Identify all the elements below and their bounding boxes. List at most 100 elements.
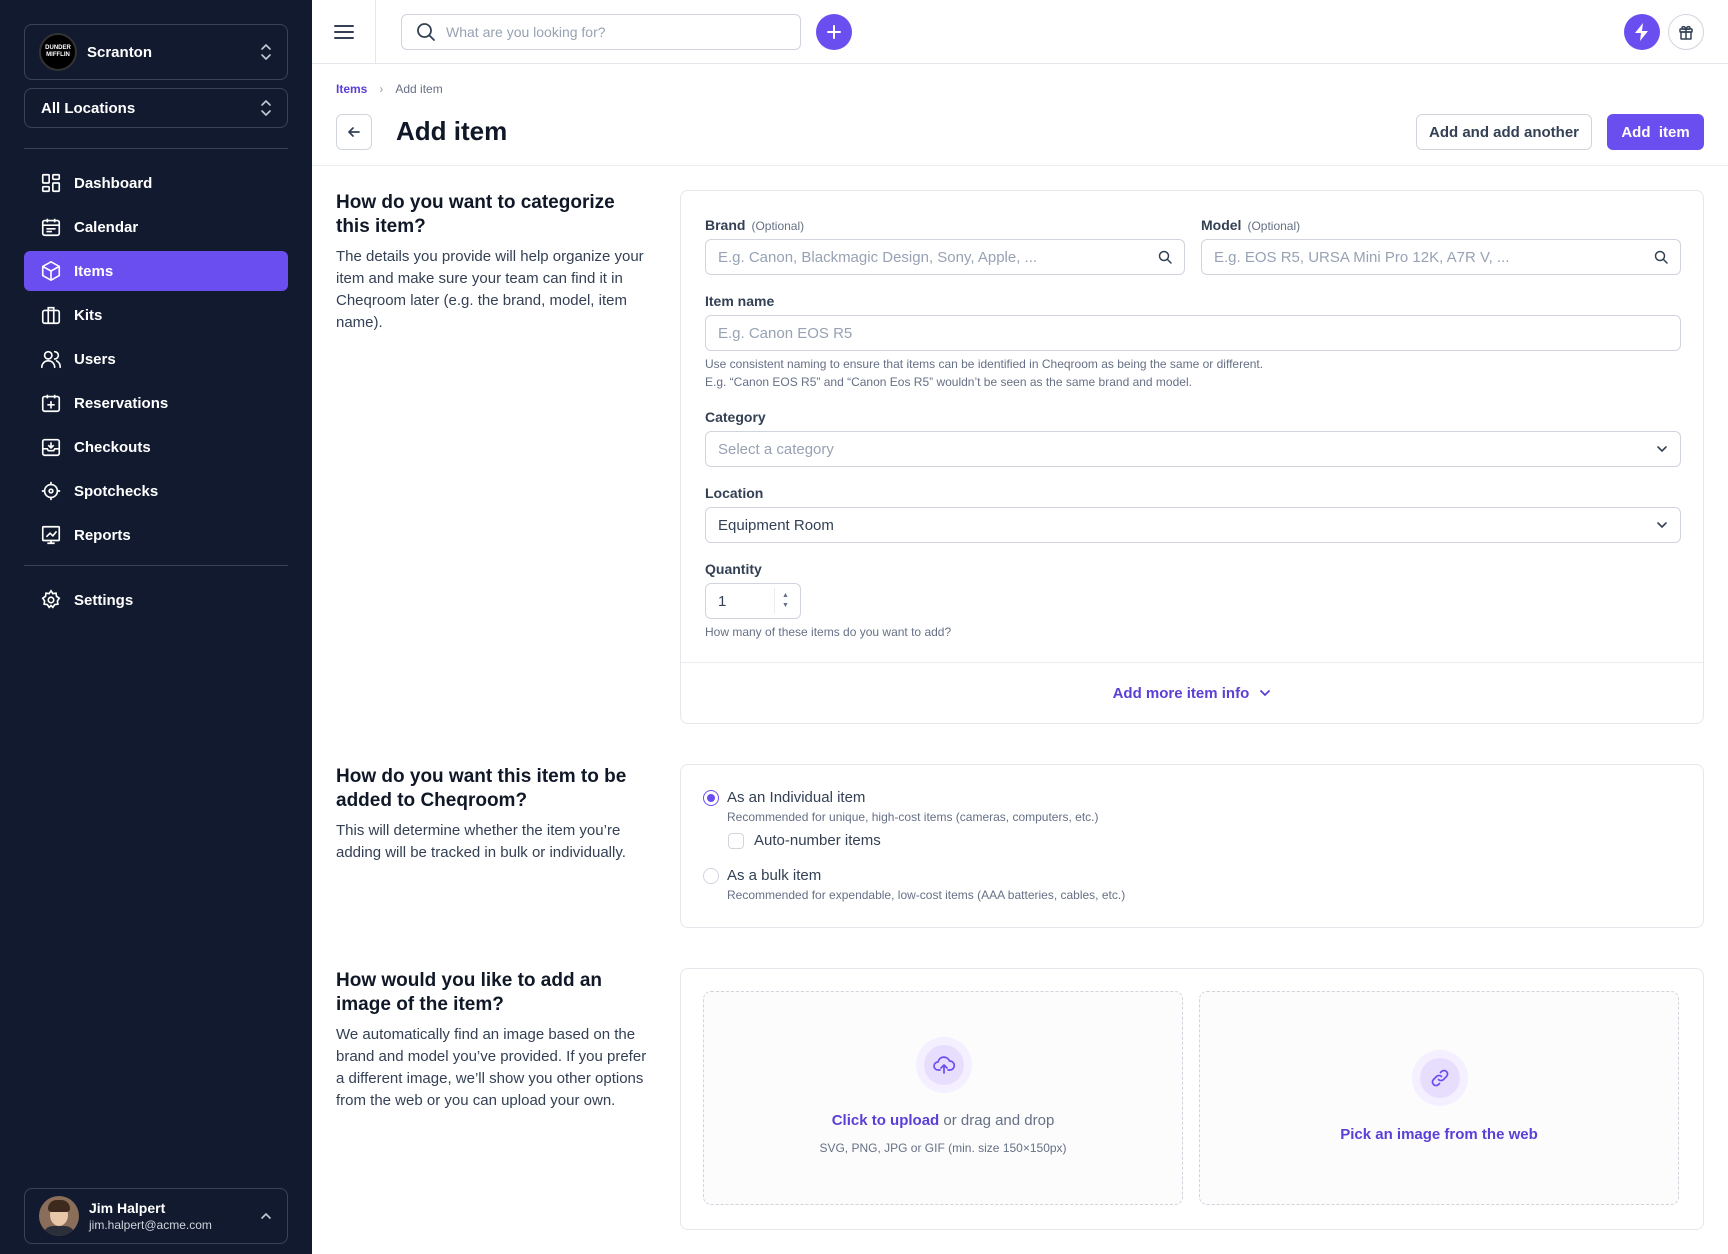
pick-web-image-link[interactable]: Pick an image from the web [1340, 1126, 1538, 1143]
sidebar-item-kits[interactable]: Kits [24, 295, 288, 335]
lightning-icon [1635, 23, 1648, 41]
chevron-updown-icon [261, 44, 271, 60]
sidebar-item-reservations[interactable]: Reservations [24, 383, 288, 423]
whats-new-button[interactable] [1624, 14, 1660, 50]
caret-down-icon: ▼ [782, 602, 789, 609]
org-switcher[interactable]: DUNDER MIFFLIN Scranton [24, 24, 288, 80]
item-name-field[interactable]: E.g. Canon EOS R5 [705, 315, 1681, 351]
upload-formats-hint: SVG, PNG, JPG or GIF (min. size 150×150p… [819, 1141, 1067, 1155]
sidebar-item-label: Spotchecks [74, 482, 159, 500]
model-field[interactable]: E.g. EOS R5, URSA Mini Pro 12K, A7R V, .… [1201, 239, 1681, 275]
item-name-label: Item name [705, 293, 775, 309]
search-icon [1654, 250, 1668, 264]
breadcrumb-items-link[interactable]: Items [336, 82, 367, 96]
image-section-title: How would you like to add an image of th… [336, 970, 603, 1015]
brand-field[interactable]: E.g. Canon, Blackmagic Design, Sony, App… [705, 239, 1185, 275]
checkouts-icon [41, 438, 61, 457]
search-icon [1158, 250, 1172, 264]
upload-dropzone[interactable]: Click to upload or drag and drop SVG, PN… [703, 991, 1183, 1205]
sidebar-item-spotchecks[interactable]: Spotchecks [24, 471, 288, 511]
sidebar-item-label: Reports [74, 526, 131, 544]
bulk-item-option[interactable]: As a bulk item Recommended for expendabl… [703, 867, 1125, 902]
link-icon-circle [1412, 1050, 1468, 1106]
individual-item-hint: Recommended for unique, high-cost items … [727, 810, 1099, 824]
sidebar-item-items[interactable]: Items [24, 251, 288, 291]
kits-icon [41, 306, 61, 325]
individual-item-radio[interactable] [703, 790, 719, 806]
pick-web-image-zone[interactable]: Pick an image from the web [1199, 991, 1679, 1205]
dashboard-icon [41, 173, 61, 193]
upload-icon-circle [916, 1037, 972, 1093]
auto-number-option[interactable]: Auto-number items [728, 832, 881, 849]
back-button[interactable] [336, 114, 372, 150]
reports-icon [41, 525, 61, 545]
link-icon [1431, 1069, 1449, 1087]
sidebar-item-users[interactable]: Users [24, 339, 288, 379]
quantity-spinner[interactable]: ▲ ▼ [774, 588, 796, 614]
sidebar-item-label: Kits [74, 306, 103, 324]
chevron-down-icon [1260, 690, 1271, 697]
sidebar-item-label: Dashboard [74, 174, 153, 192]
gift-button[interactable] [1668, 14, 1704, 50]
sidebar-item-dashboard[interactable]: Dashboard [24, 163, 288, 203]
calendar-icon [41, 218, 61, 237]
hamburger-icon [333, 25, 354, 39]
tracking-section-description: This will determine whether the item you… [336, 822, 626, 861]
caret-up-icon: ▲ [782, 592, 789, 599]
menu-button[interactable] [312, 0, 376, 64]
sidebar-item-reports[interactable]: Reports [24, 515, 288, 555]
bulk-item-label: As a bulk item [727, 867, 822, 884]
user-menu[interactable]: Jim Halpert jim.halpert@acme.com [24, 1188, 288, 1244]
org-logo: DUNDER MIFFLIN [39, 33, 77, 71]
cloud-upload-icon [933, 1056, 955, 1074]
category-select[interactable]: Select a category [705, 431, 1681, 467]
model-placeholder: E.g. EOS R5, URSA Mini Pro 12K, A7R V, .… [1214, 248, 1510, 266]
individual-item-option[interactable]: As an Individual item Recommended for un… [703, 789, 1098, 824]
sidebar-item-label: Settings [74, 591, 134, 609]
sidebar-item-calendar[interactable]: Calendar [24, 207, 288, 247]
search-input[interactable] [446, 24, 766, 40]
topbar [312, 0, 1728, 64]
quantity-hint: How many of these items do you want to a… [705, 625, 952, 639]
add-item-button[interactable]: Add item [1607, 114, 1704, 150]
user-name: Jim Halpert [89, 1200, 166, 1216]
auto-number-label: Auto-number items [754, 832, 881, 849]
breadcrumb: Items › Add item [336, 82, 443, 96]
categorize-section-description: The details you provide will help organi… [336, 248, 644, 331]
item-name-placeholder: E.g. Canon EOS R5 [718, 324, 853, 342]
location-value: Equipment Room [718, 516, 834, 534]
add-and-add-another-button[interactable]: Add and add another [1416, 114, 1592, 150]
arrow-left-icon [348, 127, 360, 137]
auto-number-checkbox[interactable] [728, 832, 744, 849]
org-name: Scranton [87, 43, 153, 61]
location-select[interactable]: Equipment Room [705, 507, 1681, 543]
add-more-label: Add more item info [1112, 685, 1250, 702]
click-to-upload-link[interactable]: Click to upload [832, 1112, 940, 1129]
sidebar-item-label: Calendar [74, 218, 139, 236]
location-switcher[interactable]: All Locations [24, 88, 288, 128]
sidebar-item-checkouts[interactable]: Checkouts [24, 427, 288, 467]
add-more-item-info-button[interactable]: Add more item info [681, 685, 1703, 702]
individual-item-label: As an Individual item [727, 789, 866, 806]
quick-add-button[interactable] [816, 14, 852, 50]
bulk-item-radio[interactable] [703, 868, 719, 884]
header-divider [312, 165, 1728, 166]
item-name-hint-1: Use consistent naming to ensure that ite… [705, 357, 1264, 371]
sidebar-item-settings[interactable]: Settings [24, 580, 288, 620]
upload-text: Click to upload or drag and drop [831, 1112, 1055, 1129]
spotcheck-icon [41, 481, 61, 501]
location-label: Location [705, 485, 764, 501]
user-email: jim.halpert@acme.com [89, 1218, 212, 1232]
plus-icon [827, 25, 841, 39]
reservations-icon [41, 394, 61, 413]
gift-icon [1679, 25, 1693, 40]
sidebar-item-label: Users [74, 350, 116, 368]
item-name-hint-2: E.g. “Canon EOS R5” and “Canon Eos R5” w… [705, 375, 1192, 389]
quantity-stepper[interactable]: 1 ▲ ▼ [705, 583, 801, 619]
brand-placeholder: E.g. Canon, Blackmagic Design, Sony, App… [718, 248, 1038, 266]
tracking-card: As an Individual item Recommended for un… [680, 764, 1704, 928]
sidebar-divider [24, 148, 288, 149]
tracking-section-title: How do you want this item to be added to… [336, 766, 627, 811]
category-placeholder: Select a category [718, 440, 834, 458]
chevron-up-icon [261, 1212, 271, 1219]
